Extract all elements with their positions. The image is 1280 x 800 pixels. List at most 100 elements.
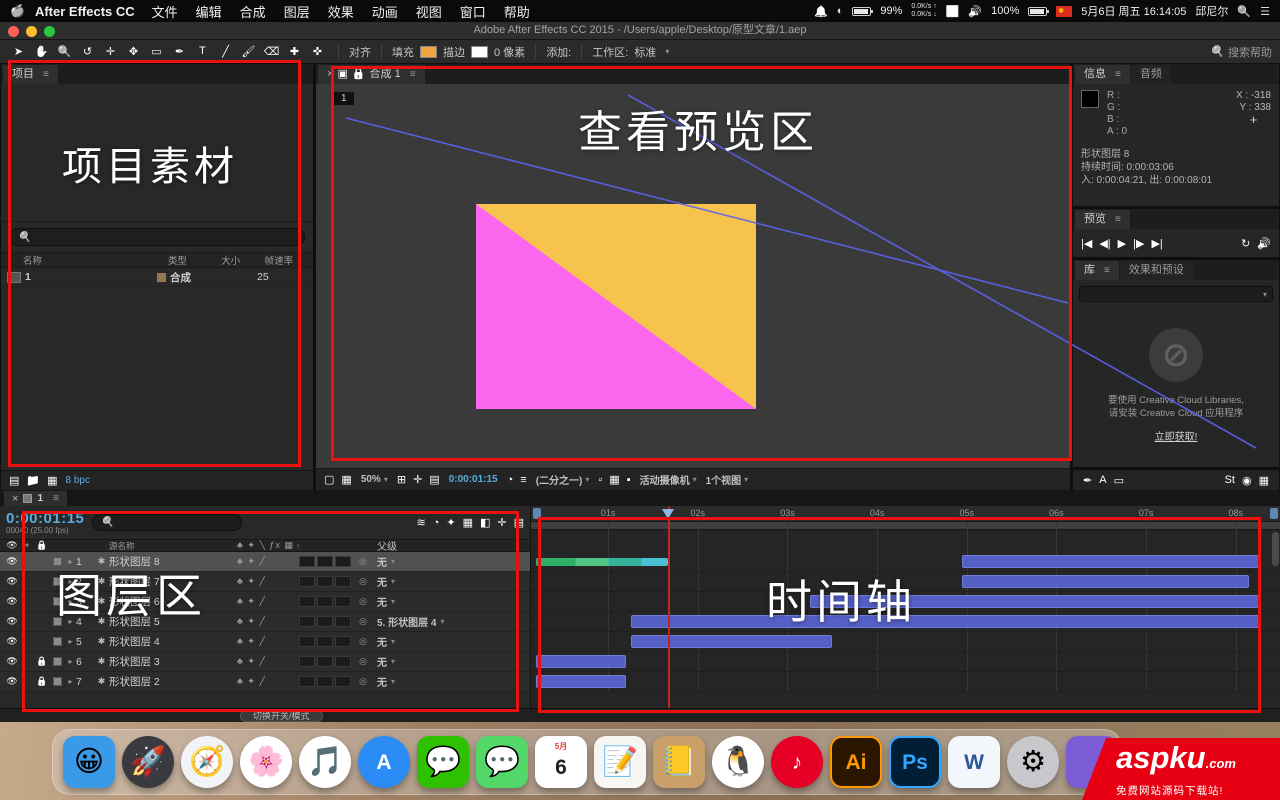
layer-switches[interactable]: ♣ ✦ ╱	[237, 676, 299, 687]
mode-box[interactable]	[299, 616, 315, 627]
layer-name[interactable]: 形状图层 5	[109, 614, 237, 629]
dock-itunes[interactable]: 🎵	[299, 736, 351, 788]
label-color-chip[interactable]	[157, 272, 166, 282]
navigator-handle-right[interactable]	[1270, 508, 1278, 519]
tab-project[interactable]: 项目 ≡	[3, 65, 58, 84]
mode-box[interactable]	[317, 636, 333, 647]
resolution-select[interactable]: (二分之一) ▾	[536, 472, 590, 487]
add-label[interactable]: 添加:	[546, 44, 571, 60]
zoom-window-button[interactable]	[44, 26, 55, 37]
tab-preview[interactable]: 预览 ≡	[1075, 210, 1130, 229]
layer-switches[interactable]: ♣ ✦ ╱	[237, 656, 299, 667]
source-name-header[interactable]: 源名称	[109, 540, 237, 552]
help-search[interactable]: 🔍 搜索帮助	[1210, 44, 1272, 60]
timeline-option-icon-5[interactable]: ◧	[480, 516, 490, 529]
mode-box[interactable]	[299, 656, 315, 667]
layer-duration-bar[interactable]	[961, 575, 1249, 588]
expand-arrow-icon[interactable]: ▸	[65, 677, 76, 686]
lock-toggle-icon[interactable]: 🔒	[34, 656, 50, 667]
parent-pickwhip-icon[interactable]: ◎	[355, 616, 371, 627]
tab-audio[interactable]: 音频	[1130, 65, 1171, 84]
transport-icon-4[interactable]: |▶	[1133, 237, 1144, 250]
layer-name[interactable]: 形状图层 8	[109, 554, 237, 569]
blend-mode-boxes[interactable]	[299, 596, 355, 607]
close-icon[interactable]: ×	[12, 493, 18, 505]
mode-box[interactable]	[335, 676, 351, 687]
transport-icon-1[interactable]: |◀	[1081, 237, 1092, 250]
preview-option-icon-2[interactable]: 🔊	[1257, 237, 1271, 250]
layer-search-input[interactable]: 🔍	[92, 514, 243, 531]
expand-arrow-icon[interactable]: ▸	[65, 637, 76, 646]
viewer-status-mid2-icon-1[interactable]: ◔	[507, 474, 514, 486]
layer-name[interactable]: 形状图层 4	[109, 634, 237, 649]
layer-row-5[interactable]: 👁 ▸ 5 ✱ 形状图层 4 ♣ ✦ ╱ ◎ 无 ▾	[0, 632, 530, 652]
project-footer-icon-3[interactable]: ▦	[47, 474, 57, 487]
timeline-bar-row-1[interactable]	[531, 552, 1280, 572]
toolbar-tool-12[interactable]: ⌫	[261, 45, 282, 58]
project-column-2[interactable]: 类型	[168, 253, 221, 267]
dock-messages[interactable]: 💬	[476, 736, 528, 788]
label-color-chip[interactable]	[50, 657, 65, 666]
layer-switches[interactable]: ♣ ✦ ╱	[237, 556, 299, 567]
toolbar-tool-10[interactable]: ╱	[215, 45, 236, 58]
parent-pickwhip-icon[interactable]: ◎	[355, 676, 371, 687]
network-speed[interactable]: 0.0K/s ↑ 0.0K/s ↓	[911, 3, 936, 19]
toolbar-tool-11[interactable]: 🖌	[238, 45, 259, 58]
project-footer-icon-2[interactable]: 📁	[26, 474, 40, 487]
toolbar-tool-14[interactable]: ✜	[307, 45, 328, 58]
stroke-label[interactable]: 描边	[443, 44, 465, 60]
stroke-color-swatch[interactable]	[471, 45, 488, 58]
parent-select[interactable]: 无 ▾	[371, 594, 530, 609]
menubar-item-9[interactable]: 帮助	[504, 2, 530, 21]
mode-box[interactable]	[335, 616, 351, 627]
menubar-item-7[interactable]: 视图	[416, 2, 442, 21]
tab-libraries[interactable]: 库 ≡	[1075, 261, 1119, 280]
fill-label[interactable]: 填充	[392, 44, 414, 60]
layer-duration-bar[interactable]	[631, 615, 1260, 628]
menubar-username[interactable]: 邱尼尔	[1195, 3, 1228, 19]
panel-menu-icon[interactable]: ≡	[1115, 210, 1121, 229]
mode-box[interactable]	[317, 576, 333, 587]
blend-mode-boxes[interactable]	[299, 576, 355, 587]
toolbar-tool-8[interactable]: ✒	[169, 45, 190, 58]
navigator-handle-left[interactable]	[533, 508, 541, 519]
workspace-select[interactable]: 标准	[634, 44, 656, 60]
expand-arrow-icon[interactable]: ▸	[65, 657, 76, 666]
mode-box[interactable]	[335, 596, 351, 607]
mode-box[interactable]	[299, 676, 315, 687]
transport-icon-3[interactable]: ▶	[1118, 237, 1126, 250]
toolbar-tool-13[interactable]: ✚	[284, 45, 305, 58]
get-now-link[interactable]: 立即获取!	[1155, 428, 1198, 443]
menubar-item-3[interactable]: 合成	[240, 2, 266, 21]
eye-toggle-icon[interactable]: 👁	[4, 676, 20, 687]
transport-icon-5[interactable]: ▶|	[1151, 237, 1162, 250]
timeline-bar-row-2[interactable]	[531, 572, 1280, 592]
lock-icon[interactable]: 🔒	[352, 65, 366, 84]
timeline-option-icon-2[interactable]: ◔	[433, 517, 440, 529]
stroke-width-value[interactable]: 0 像素	[494, 44, 525, 60]
iconbar-right-icon-1[interactable]: St	[1225, 474, 1235, 486]
tab-info[interactable]: 信息 ≡	[1075, 65, 1130, 84]
mode-box[interactable]	[299, 596, 315, 607]
viewer-status-left-icon-1[interactable]: ▢	[324, 473, 334, 486]
timeline-comp-tab[interactable]: × 1 ≡	[4, 491, 67, 506]
mode-box[interactable]	[317, 556, 333, 567]
timeline-option-icon-4[interactable]: ▦	[463, 516, 473, 529]
layer-duration-bar[interactable]	[536, 675, 627, 688]
align-label[interactable]: 对齐	[349, 44, 371, 60]
magenta-triangle-shape[interactable]	[476, 204, 756, 409]
iconbar-right-icon-3[interactable]: ▦	[1259, 474, 1269, 487]
timeline-bar-row-7[interactable]	[531, 672, 1280, 692]
viewer-status-mid-icon-3[interactable]: ▤	[429, 473, 439, 486]
dock-contacts[interactable]: 📒	[653, 736, 705, 788]
dock-wechat[interactable]: 💬	[417, 736, 469, 788]
parent-select[interactable]: 5. 形状图层 4 ▾	[371, 614, 530, 629]
layer-duration-bar[interactable]	[631, 635, 833, 648]
layer-switches[interactable]: ♣ ✦ ╱	[237, 636, 299, 647]
dock-qq[interactable]: 🐧	[712, 736, 764, 788]
label-color-chip[interactable]	[50, 677, 65, 686]
timeline-bar-row-4[interactable]	[531, 612, 1280, 632]
dock-finder[interactable]: 😀	[63, 736, 115, 788]
project-column-4[interactable]: 帧速率	[265, 253, 313, 267]
timeline-ruler[interactable]: 01s 02s 03s 04s 05s 06s 07s 08s	[531, 506, 1280, 522]
